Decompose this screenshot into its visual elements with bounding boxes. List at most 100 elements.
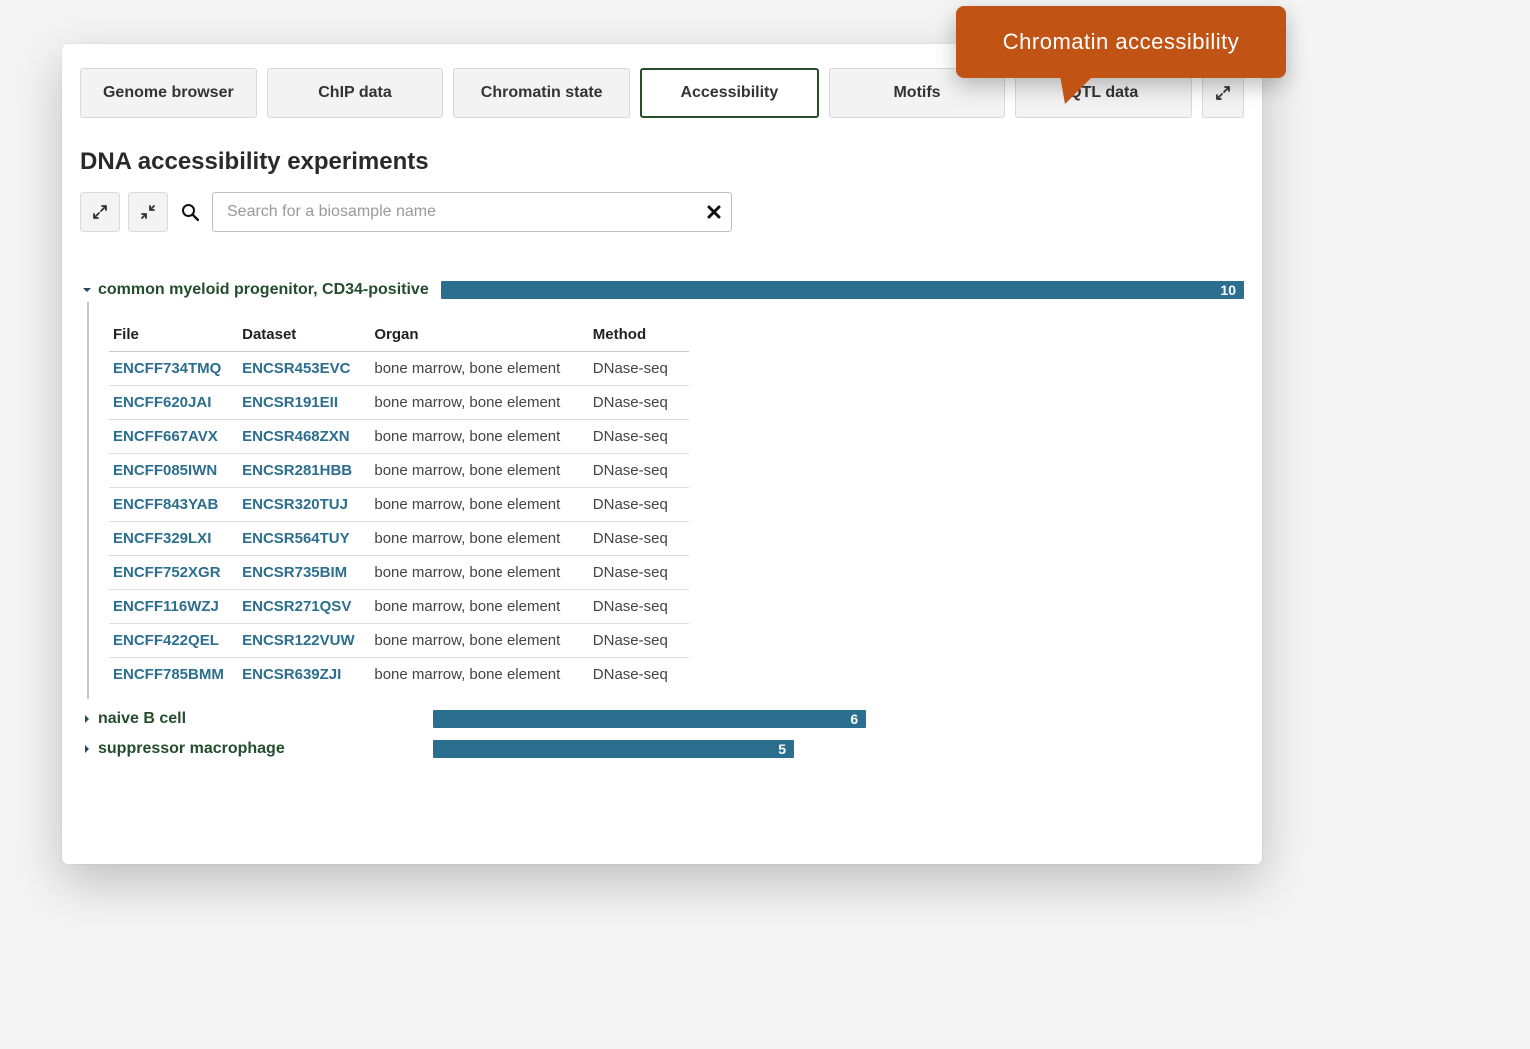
file-link[interactable]: ENCFF843YAB <box>109 488 238 522</box>
organ-cell: bone marrow, bone element <box>370 420 588 454</box>
callout-tail <box>1053 70 1099 104</box>
organ-cell: bone marrow, bone element <box>370 556 588 590</box>
dataset-link[interactable]: ENCSR122VUW <box>238 624 370 658</box>
search-clear-button[interactable] <box>706 204 722 220</box>
group-header[interactable]: common myeloid progenitor, CD34-positive… <box>80 278 1244 302</box>
callout-chromatin-accessibility: Chromatin accessibility <box>956 6 1286 78</box>
group-title: common myeloid progenitor, CD34-positive <box>98 281 429 299</box>
method-cell: DNase-seq <box>589 522 689 556</box>
group-header[interactable]: naive B cell 6 <box>80 707 1244 731</box>
file-link[interactable]: ENCFF667AVX <box>109 420 238 454</box>
group-bar: 5 <box>433 740 794 758</box>
group-bar: 6 <box>433 710 866 728</box>
file-link[interactable]: ENCFF116WZJ <box>109 590 238 624</box>
tab-chromatin-state[interactable]: Chromatin state <box>453 68 630 118</box>
biosample-group: suppressor macrophage 5 <box>80 737 1244 761</box>
column-header-method: Method <box>589 318 689 352</box>
organ-cell: bone marrow, bone element <box>370 590 588 624</box>
biosample-group: common myeloid progenitor, CD34-positive… <box>80 278 1244 699</box>
table-row: ENCFF843YABENCSR320TUJbone marrow, bone … <box>109 488 689 522</box>
table-row: ENCFF422QELENCSR122VUWbone marrow, bone … <box>109 624 689 658</box>
dataset-link[interactable]: ENCSR468ZXN <box>238 420 370 454</box>
method-cell: DNase-seq <box>589 352 689 386</box>
callout-text: Chromatin accessibility <box>1003 29 1239 55</box>
dataset-link[interactable]: ENCSR271QSV <box>238 590 370 624</box>
dataset-link[interactable]: ENCSR564TUY <box>238 522 370 556</box>
column-header-file: File <box>109 318 238 352</box>
file-link[interactable]: ENCFF422QEL <box>109 624 238 658</box>
dataset-link[interactable]: ENCSR191EII <box>238 386 370 420</box>
table-row: ENCFF752XGRENCSR735BIMbone marrow, bone … <box>109 556 689 590</box>
expand-icon <box>92 204 108 220</box>
file-link[interactable]: ENCFF734TMQ <box>109 352 238 386</box>
organ-cell: bone marrow, bone element <box>370 352 588 386</box>
group-count: 5 <box>778 741 786 757</box>
file-link[interactable]: ENCFF085IWN <box>109 454 238 488</box>
collapse-all-button[interactable] <box>128 192 168 232</box>
main-panel: Genome browser ChIP data Chromatin state Ac… <box>62 44 1262 864</box>
tab-label: Chromatin state <box>481 84 603 102</box>
group-count: 6 <box>850 711 858 727</box>
method-cell: DNase-seq <box>589 556 689 590</box>
method-cell: DNase-seq <box>589 420 689 454</box>
file-link[interactable]: ENCFF752XGR <box>109 556 238 590</box>
close-icon <box>706 204 722 220</box>
method-cell: DNase-seq <box>589 624 689 658</box>
table-row: ENCFF620JAIENCSR191EIIbone marrow, bone … <box>109 386 689 420</box>
file-link[interactable]: ENCFF329LXI <box>109 522 238 556</box>
caret-right-icon <box>80 744 94 754</box>
method-cell: DNase-seq <box>589 658 689 692</box>
section-title: DNA accessibility experiments <box>80 148 1244 176</box>
method-cell: DNase-seq <box>589 454 689 488</box>
table-row: ENCFF085IWNENCSR281HBBbone marrow, bone … <box>109 454 689 488</box>
dataset-link[interactable]: ENCSR281HBB <box>238 454 370 488</box>
biosample-group: naive B cell 6 <box>80 707 1244 731</box>
tab-genome-browser[interactable]: Genome browser <box>80 68 257 118</box>
organ-cell: bone marrow, bone element <box>370 522 588 556</box>
tab-accessibility[interactable]: Accessibility <box>640 68 819 118</box>
expand-icon <box>1215 85 1231 101</box>
dataset-link[interactable]: ENCSR453EVC <box>238 352 370 386</box>
tab-chip-data[interactable]: ChIP data <box>267 68 444 118</box>
table-row: ENCFF734TMQENCSR453EVCbone marrow, bone … <box>109 352 689 386</box>
tab-label: Accessibility <box>680 84 778 102</box>
caret-right-icon <box>80 714 94 724</box>
method-cell: DNase-seq <box>589 488 689 522</box>
toolbar <box>80 192 1244 232</box>
tab-label: ChIP data <box>318 84 392 102</box>
method-cell: DNase-seq <box>589 386 689 420</box>
table-row: ENCFF785BMMENCSR639ZJIbone marrow, bone … <box>109 658 689 692</box>
group-table-wrap: FileDatasetOrganMethodENCFF734TMQENCSR45… <box>87 302 1244 699</box>
search-wrap <box>212 192 732 232</box>
group-title: suppressor macrophage <box>98 740 421 758</box>
organ-cell: bone marrow, bone element <box>370 386 588 420</box>
organ-cell: bone marrow, bone element <box>370 658 588 692</box>
group-bar: 10 <box>441 281 1244 299</box>
method-cell: DNase-seq <box>589 590 689 624</box>
organ-cell: bone marrow, bone element <box>370 488 588 522</box>
column-header-organ: Organ <box>370 318 588 352</box>
organ-cell: bone marrow, bone element <box>370 454 588 488</box>
dataset-link[interactable]: ENCSR639ZJI <box>238 658 370 692</box>
expand-all-button[interactable] <box>80 192 120 232</box>
group-count: 10 <box>1220 282 1236 298</box>
dataset-link[interactable]: ENCSR320TUJ <box>238 488 370 522</box>
organ-cell: bone marrow, bone element <box>370 624 588 658</box>
table-row: ENCFF667AVXENCSR468ZXNbone marrow, bone … <box>109 420 689 454</box>
file-link[interactable]: ENCFF785BMM <box>109 658 238 692</box>
tab-label: Genome browser <box>103 84 234 102</box>
group-header[interactable]: suppressor macrophage 5 <box>80 737 1244 761</box>
group-title: naive B cell <box>98 710 421 728</box>
search-input[interactable] <box>212 192 732 232</box>
collapse-icon <box>140 204 156 220</box>
experiments-table: FileDatasetOrganMethodENCFF734TMQENCSR45… <box>109 318 689 691</box>
caret-down-icon <box>80 285 94 295</box>
search-icon <box>176 203 204 221</box>
tab-label: Motifs <box>893 84 940 102</box>
file-link[interactable]: ENCFF620JAI <box>109 386 238 420</box>
column-header-dataset: Dataset <box>238 318 370 352</box>
groups-container: common myeloid progenitor, CD34-positive… <box>80 278 1244 761</box>
table-row: ENCFF329LXIENCSR564TUYbone marrow, bone … <box>109 522 689 556</box>
dataset-link[interactable]: ENCSR735BIM <box>238 556 370 590</box>
table-row: ENCFF116WZJENCSR271QSVbone marrow, bone … <box>109 590 689 624</box>
